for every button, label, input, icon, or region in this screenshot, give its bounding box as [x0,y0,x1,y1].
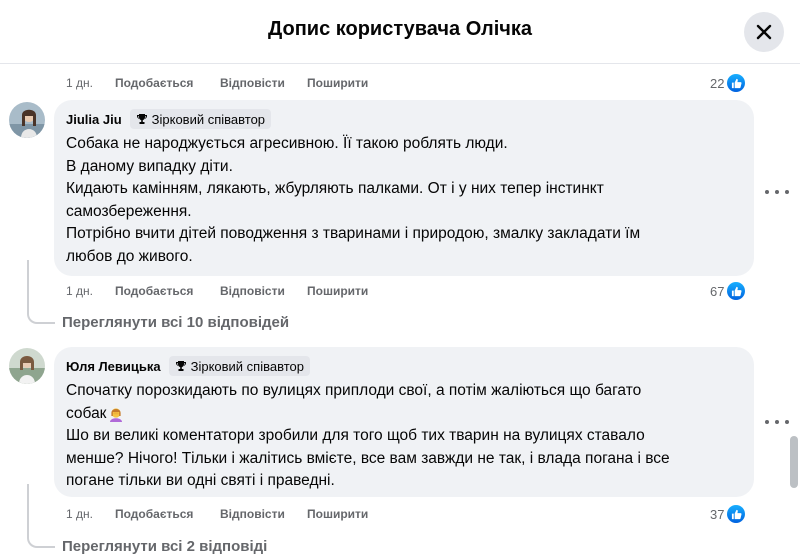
comment-time[interactable]: 1 дн. [66,507,115,521]
view-replies-link[interactable]: Переглянути всі 10 відповідей [62,314,289,331]
thread-connector [27,260,55,324]
avatar[interactable] [9,348,45,384]
trophy-icon [136,114,147,124]
comment-actions: 1 дн. Подобається Відповісти Поширити [66,281,368,301]
badge-label: Зірковий співавтор [190,358,304,374]
share-button[interactable]: Поширити [307,507,368,521]
comment-more-button[interactable] [765,186,789,198]
comment-text: Спочатку порозкидають по вулицях приплод… [66,382,670,489]
like-button[interactable]: Подобається [115,76,220,90]
reaction-summary[interactable]: 67 [710,281,746,301]
comment-actions: 1 дн. Подобається Відповісти Поширити [66,73,368,93]
reaction-count: 37 [710,506,725,522]
comments-feed[interactable]: 1 дн. Подобається Відповісти Поширити 22… [0,64,800,558]
dialog-header: Допис користувача Олічка [0,0,800,64]
reply-button[interactable]: Відповісти [220,76,307,90]
comment-actions: 1 дн. Подобається Відповісти Поширити [66,504,368,524]
like-reaction-icon [727,282,746,300]
reaction-count: 22 [710,75,725,91]
share-button[interactable]: Поширити [307,284,368,298]
like-button[interactable]: Подобається [115,284,220,298]
top-contributor-badge[interactable]: Зірковий співавтор [129,109,272,129]
comment-bubble: Юля Левицька Зірковий співавтор Спочатку… [54,347,754,497]
reaction-count: 67 [710,283,725,299]
close-icon [756,24,772,40]
like-reaction-icon [727,74,746,92]
comment-more-button[interactable] [765,416,789,428]
like-button[interactable]: Подобається [115,507,220,521]
close-button[interactable] [744,12,784,52]
comment-author[interactable]: Jiulia Jiu [66,112,122,127]
reply-button[interactable]: Відповісти [220,507,307,521]
reply-button[interactable]: Відповісти [220,284,307,298]
reaction-summary[interactable]: 22 [710,73,746,93]
top-contributor-badge[interactable]: Зірковий співавтор [168,356,310,376]
person-facepalming-emoji [110,408,123,422]
dialog-title: Допис користувача Олічка [267,18,533,40]
comment-text: Собака не народжується агресивною. Її та… [66,135,641,265]
comment-time[interactable]: 1 дн. [66,76,115,90]
comment-time[interactable]: 1 дн. [66,284,115,298]
thread-connector [27,484,55,548]
share-button[interactable]: Поширити [307,76,368,90]
reaction-summary[interactable]: 37 [710,504,746,524]
like-reaction-icon [727,505,746,523]
scrollbar-thumb[interactable] [790,436,798,488]
trophy-icon [175,361,186,371]
avatar[interactable] [9,102,45,138]
comment-author[interactable]: Юля Левицька [66,359,161,374]
view-replies-link[interactable]: Переглянути всі 2 відповіді [62,538,267,555]
badge-label: Зірковий співавтор [151,111,266,127]
comment-bubble: Jiulia Jiu Зірковий співавтор Собака не … [54,100,754,276]
